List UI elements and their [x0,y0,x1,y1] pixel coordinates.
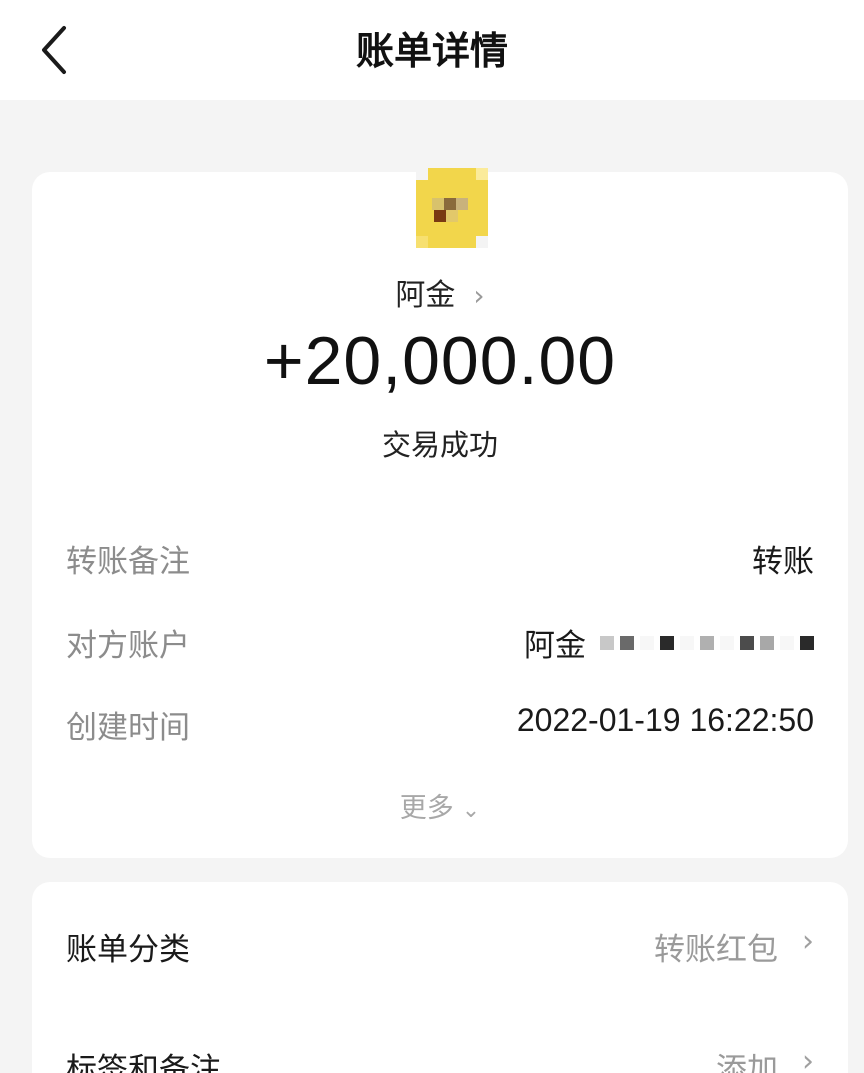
masked-account-number [600,634,814,652]
created-time-label: 创建时间 [66,710,190,746]
chevron-right-icon: › [473,279,485,312]
transaction-amount: +20,000.00 [263,323,617,399]
top-navigation-bar: 账单详情 [0,0,864,100]
chevron-right-icon: › [802,1044,814,1073]
chevron-down-icon: ⌄ [461,798,481,823]
account-label: 对方账户 [66,628,190,664]
tags-notes-value: 添加 [716,1052,778,1073]
detail-row-account: 对方账户 阿金 [66,620,814,670]
more-details-toggle[interactable]: 更多 ⌄ [32,786,848,825]
bill-category-row[interactable]: 账单分类 转账红包 › [66,924,814,984]
more-label: 更多 [399,793,454,824]
created-time-value: 2022-01-19 16:22:50 [516,702,814,738]
tags-notes-label: 标签和备注 [66,1052,221,1073]
transaction-status: 交易成功 [381,428,498,462]
detail-row-created-time: 创建时间 2022-01-19 16:22:50 [66,702,814,752]
tags-notes-row[interactable]: 标签和备注 添加 › [66,1044,814,1073]
remark-label: 转账备注 [66,544,190,580]
payee-name-link[interactable]: 阿金 › [32,270,848,314]
chevron-right-icon: › [802,924,814,959]
account-name: 阿金 [524,628,586,664]
page-title: 账单详情 [355,29,508,73]
transaction-summary-card: 阿金 › +20,000.00 交易成功 转账备注 转账 对方账户 阿金 创建时间… [32,168,848,858]
bill-settings-card: 账单分类 转账红包 › 标签和备注 添加 › [32,882,848,1073]
remark-value: 转账 [752,544,814,580]
payee-name: 阿金 [395,278,456,313]
detail-row-remark: 转账备注 转账 [66,536,814,586]
bill-category-label: 账单分类 [66,932,190,968]
bill-category-value: 转账红包 [654,932,778,968]
avatar[interactable] [404,160,500,256]
